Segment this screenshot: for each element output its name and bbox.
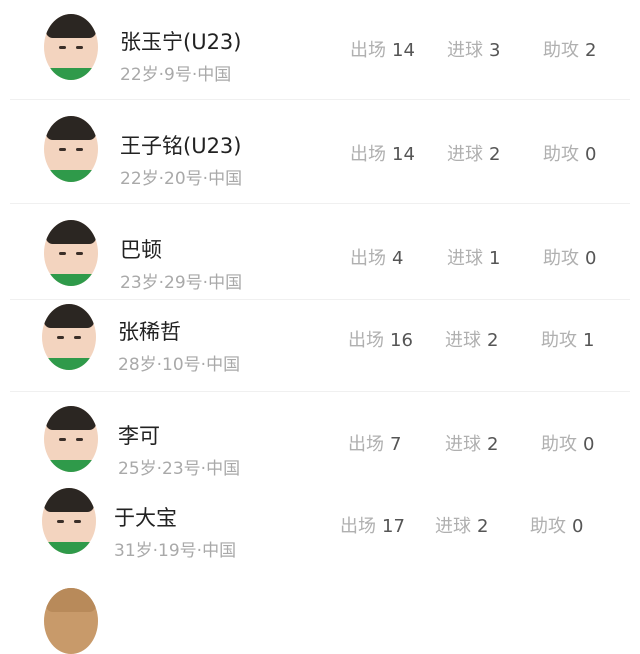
stat-label: 出场 (340, 516, 376, 537)
stat-value: 0 (583, 434, 595, 455)
stat-appearances: 出场 4 (350, 244, 403, 270)
stat-label: 进球 (447, 40, 483, 61)
stat-appearances: 出场 16 (348, 326, 413, 352)
player-name: 于大宝 (114, 506, 177, 530)
player-row[interactable]: 李可 25岁·23号·中国 出场 7 进球 2 助攻 0 (0, 392, 640, 480)
stat-value: 0 (585, 248, 597, 269)
stat-value: 16 (390, 330, 413, 351)
player-info: 23岁·29号·中国 (120, 273, 243, 293)
stat-label: 进球 (435, 516, 471, 537)
stat-label: 进球 (447, 144, 483, 165)
stat-goals: 进球 2 (445, 326, 498, 352)
stat-appearances: 出场 14 (350, 36, 415, 62)
stat-goals: 进球 3 (447, 36, 500, 62)
stat-assists: 助攻 0 (541, 430, 594, 456)
player-avatar (42, 488, 96, 554)
stat-label: 助攻 (543, 248, 579, 269)
player-avatar (42, 304, 96, 370)
stat-value: 17 (382, 516, 405, 537)
player-row[interactable]: 张玉宁(U23) 22岁·9号·中国 出场 14 进球 3 助攻 2 (0, 0, 640, 100)
stat-value: 2 (487, 330, 499, 351)
player-name: 张稀哲 (118, 320, 181, 344)
stat-label: 助攻 (543, 144, 579, 165)
player-name: 王子铭(U23) (120, 134, 242, 158)
stat-label: 出场 (350, 248, 386, 269)
stat-value: 1 (489, 248, 501, 269)
stat-label: 进球 (447, 248, 483, 269)
player-avatar (44, 116, 98, 182)
stat-value: 14 (392, 40, 415, 61)
stat-value: 2 (477, 516, 489, 537)
stat-label: 出场 (350, 144, 386, 165)
stat-assists: 助攻 0 (543, 244, 596, 270)
stat-value: 1 (583, 330, 595, 351)
stat-value: 2 (585, 40, 597, 61)
player-name: 李可 (118, 424, 160, 448)
player-row[interactable]: 王子铭(U23) 22岁·20号·中国 出场 14 进球 2 助攻 0 (0, 100, 640, 204)
stat-assists: 助攻 0 (530, 512, 583, 538)
stat-label: 助攻 (541, 434, 577, 455)
stat-goals: 进球 1 (447, 244, 500, 270)
player-row[interactable]: 巴顿 23岁·29号·中国 出场 4 进球 1 助攻 0 (0, 204, 640, 300)
stat-value: 7 (390, 434, 402, 455)
player-info: 31岁·19号·中国 (114, 541, 237, 561)
stat-assists: 助攻 0 (543, 140, 596, 166)
stat-appearances: 出场 17 (340, 512, 405, 538)
stat-appearances: 出场 14 (350, 140, 415, 166)
player-row[interactable]: 张稀哲 28岁·10号·中国 出场 16 进球 2 助攻 1 (0, 300, 640, 392)
stat-value: 3 (489, 40, 501, 61)
player-avatar (44, 406, 98, 472)
player-name: 巴顿 (120, 238, 162, 262)
stat-goals: 进球 2 (435, 512, 488, 538)
player-info: 28岁·10号·中国 (118, 355, 241, 375)
stat-value: 2 (487, 434, 499, 455)
stat-label: 进球 (445, 434, 481, 455)
stat-label: 助攻 (541, 330, 577, 351)
player-info: 22岁·9号·中国 (120, 65, 232, 85)
stat-label: 出场 (348, 330, 384, 351)
stat-label: 进球 (445, 330, 481, 351)
player-avatar (44, 220, 98, 286)
player-row[interactable]: 于大宝 31岁·19号·中国 出场 17 进球 2 助攻 0 (0, 480, 640, 580)
stat-goals: 进球 2 (447, 140, 500, 166)
stat-appearances: 出场 7 (348, 430, 401, 456)
stat-goals: 进球 2 (445, 430, 498, 456)
stat-label: 助攻 (530, 516, 566, 537)
stat-value: 4 (392, 248, 404, 269)
player-avatar-partial (44, 588, 98, 654)
stat-value: 0 (585, 144, 597, 165)
stat-label: 助攻 (543, 40, 579, 61)
player-info: 25岁·23号·中国 (118, 459, 241, 479)
stat-label: 出场 (348, 434, 384, 455)
player-name: 张玉宁(U23) (120, 30, 242, 54)
stat-assists: 助攻 2 (543, 36, 596, 62)
stat-value: 2 (489, 144, 501, 165)
stat-assists: 助攻 1 (541, 326, 594, 352)
player-info: 22岁·20号·中国 (120, 169, 243, 189)
player-avatar (44, 14, 98, 80)
stat-value: 0 (572, 516, 584, 537)
stat-value: 14 (392, 144, 415, 165)
stat-label: 出场 (350, 40, 386, 61)
